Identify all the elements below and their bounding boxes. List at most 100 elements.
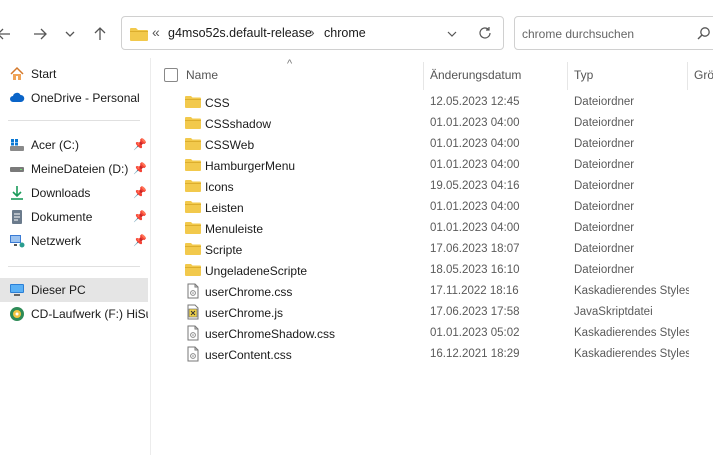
network-icon	[9, 233, 25, 249]
file-name: CSS	[205, 96, 230, 110]
file-type: Dateiordner	[574, 264, 635, 276]
search-box[interactable]: chrome durchsuchen	[514, 16, 713, 50]
file-type: Kaskadierendes Stylesheet	[574, 348, 689, 360]
file-type: Dateiordner	[574, 96, 635, 108]
navigation-pane: Start OneDrive - Personal Acer (C:) 📌 Me…	[0, 58, 151, 455]
file-row[interactable]: Icons 19.05.2023 04:16 Dateiordner	[150, 176, 713, 197]
sidebar-item-cd-laufwerk-f[interactable]: CD-Laufwerk (F:) HiSuite	[0, 302, 148, 326]
pin-icon: 📌	[133, 163, 147, 175]
sidebar-divider	[8, 266, 140, 267]
css-file-icon	[185, 283, 201, 299]
file-name: HamburgerMenu	[205, 159, 296, 173]
cd-drive-icon	[9, 306, 25, 322]
column-name[interactable]: Name	[186, 68, 218, 82]
sidebar-item-onedrive[interactable]: OneDrive - Personal	[0, 86, 148, 110]
file-name: userChrome.js	[205, 306, 284, 320]
column-separator[interactable]	[567, 62, 568, 90]
file-name: userChromeShadow.css	[205, 327, 336, 341]
file-name: Scripte	[205, 243, 243, 257]
column-separator[interactable]	[423, 62, 424, 90]
sidebar-item-meinedateien-d[interactable]: MeineDateien (D:) 📌	[0, 157, 148, 181]
pin-icon: 📌	[133, 139, 147, 151]
search-placeholder: chrome durchsuchen	[522, 27, 635, 41]
up-button[interactable]	[90, 22, 110, 46]
file-type: Dateiordner	[574, 138, 635, 150]
refresh-icon[interactable]	[478, 26, 492, 40]
file-name: Menuleiste	[205, 222, 264, 236]
file-date: 01.01.2023 04:00	[430, 159, 520, 171]
file-row[interactable]: CSSshadow 01.01.2023 04:00 Dateiordner	[150, 113, 713, 134]
select-all-checkbox[interactable]	[164, 68, 178, 82]
breadcrumb-separator-icon: ›	[310, 24, 315, 40]
file-name: Leisten	[205, 201, 244, 215]
file-date: 17.06.2023 18:07	[430, 243, 520, 255]
folder-icon	[185, 262, 201, 278]
folder-icon	[185, 241, 201, 257]
file-date: 17.11.2022 18:16	[430, 285, 519, 297]
file-date: 01.01.2023 05:02	[430, 327, 520, 339]
file-type: Kaskadierendes Stylesheet	[574, 327, 689, 339]
file-name: UngeladeneScripte	[205, 264, 308, 278]
breadcrumb-profile[interactable]: g4mso52s.default-release	[168, 26, 312, 40]
folder-icon	[185, 115, 201, 131]
file-row[interactable]: userChrome.css 17.11.2022 18:16 Kaskadiere…	[150, 281, 713, 302]
file-date: 01.01.2023 04:00	[430, 201, 520, 213]
sidebar-item-netzwerk[interactable]: Netzwerk 📌	[0, 229, 148, 253]
recent-locations-button[interactable]	[60, 22, 80, 46]
folder-icon	[185, 157, 201, 173]
column-date[interactable]: Änderungsdatum	[430, 68, 521, 82]
column-size[interactable]: Größe	[694, 68, 713, 82]
arrow-up-icon	[94, 27, 106, 40]
chevron-down-icon[interactable]	[447, 29, 457, 39]
file-row[interactable]: Leisten 01.01.2023 04:00 Dateiordner	[150, 197, 713, 218]
column-separator[interactable]	[687, 62, 688, 90]
download-icon	[9, 185, 25, 201]
css-file-icon	[185, 346, 201, 362]
file-date: 18.05.2023 16:10	[430, 264, 520, 276]
folder-icon	[185, 220, 201, 236]
back-button[interactable]	[0, 22, 14, 46]
sort-ascending-icon: ^	[287, 58, 293, 70]
address-bar[interactable]: « g4mso52s.default-release › chrome	[121, 16, 504, 50]
file-row[interactable]: CSS 12.05.2023 12:45 Dateiordner	[150, 92, 713, 113]
arrow-right-icon	[34, 28, 47, 40]
file-row[interactable]: HamburgerMenu 01.01.2023 04:00 Dateiordner	[150, 155, 713, 176]
file-date: 17.06.2023 17:58	[430, 306, 520, 318]
file-row[interactable]: UngeladeneScripte 18.05.2023 16:10 Dateior…	[150, 260, 713, 281]
file-row[interactable]: userChromeShadow.css 01.01.2023 05:02 Kask…	[150, 323, 713, 344]
search-icon[interactable]	[697, 26, 711, 40]
file-row[interactable]: userChrome.js 17.06.2023 17:58 JavaSkriptd…	[150, 302, 713, 323]
breadcrumb-chrome[interactable]: chrome	[324, 26, 366, 40]
file-date: 12.05.2023 12:45	[430, 96, 520, 108]
sidebar-divider	[8, 120, 140, 121]
file-date: 01.01.2023 04:00	[430, 117, 520, 129]
drive-windows-icon	[9, 137, 25, 153]
forward-button[interactable]	[30, 22, 50, 46]
folder-icon	[130, 28, 148, 41]
sidebar-item-downloads[interactable]: Downloads 📌	[0, 181, 148, 205]
column-type[interactable]: Typ	[574, 68, 593, 82]
pin-icon: 📌	[133, 187, 147, 199]
arrow-left-icon	[0, 28, 10, 40]
sidebar-item-start[interactable]: Start	[0, 62, 148, 86]
chevron-down-icon	[65, 31, 75, 37]
file-type: Dateiordner	[574, 201, 635, 213]
sidebar-item-acer-c[interactable]: Acer (C:) 📌	[0, 133, 148, 157]
sidebar-item-dieser-pc[interactable]: Dieser PC	[0, 278, 148, 302]
toolbar: « g4mso52s.default-release › chrome chro…	[0, 0, 713, 58]
js-file-icon	[185, 304, 201, 320]
file-row[interactable]: Scripte 17.06.2023 18:07 Dateiordner	[150, 239, 713, 260]
file-type: JavaSkriptdatei	[574, 306, 653, 318]
file-row[interactable]: Menuleiste 01.01.2023 04:00 Dateiordner	[150, 218, 713, 239]
file-type: Dateiordner	[574, 117, 635, 129]
drive-icon	[9, 161, 25, 177]
folder-icon	[185, 136, 201, 152]
file-row[interactable]: CSSWeb 01.01.2023 04:00 Dateiordner	[150, 134, 713, 155]
file-type: Dateiordner	[574, 180, 635, 192]
breadcrumb-overflow[interactable]: «	[152, 24, 160, 40]
file-type: Dateiordner	[574, 243, 635, 255]
file-name: Icons	[205, 180, 234, 194]
file-row[interactable]: userContent.css 16.12.2021 18:29 Kaskadier…	[150, 344, 713, 365]
sidebar-item-dokumente[interactable]: Dokumente 📌	[0, 205, 148, 229]
pin-icon: 📌	[133, 235, 147, 247]
